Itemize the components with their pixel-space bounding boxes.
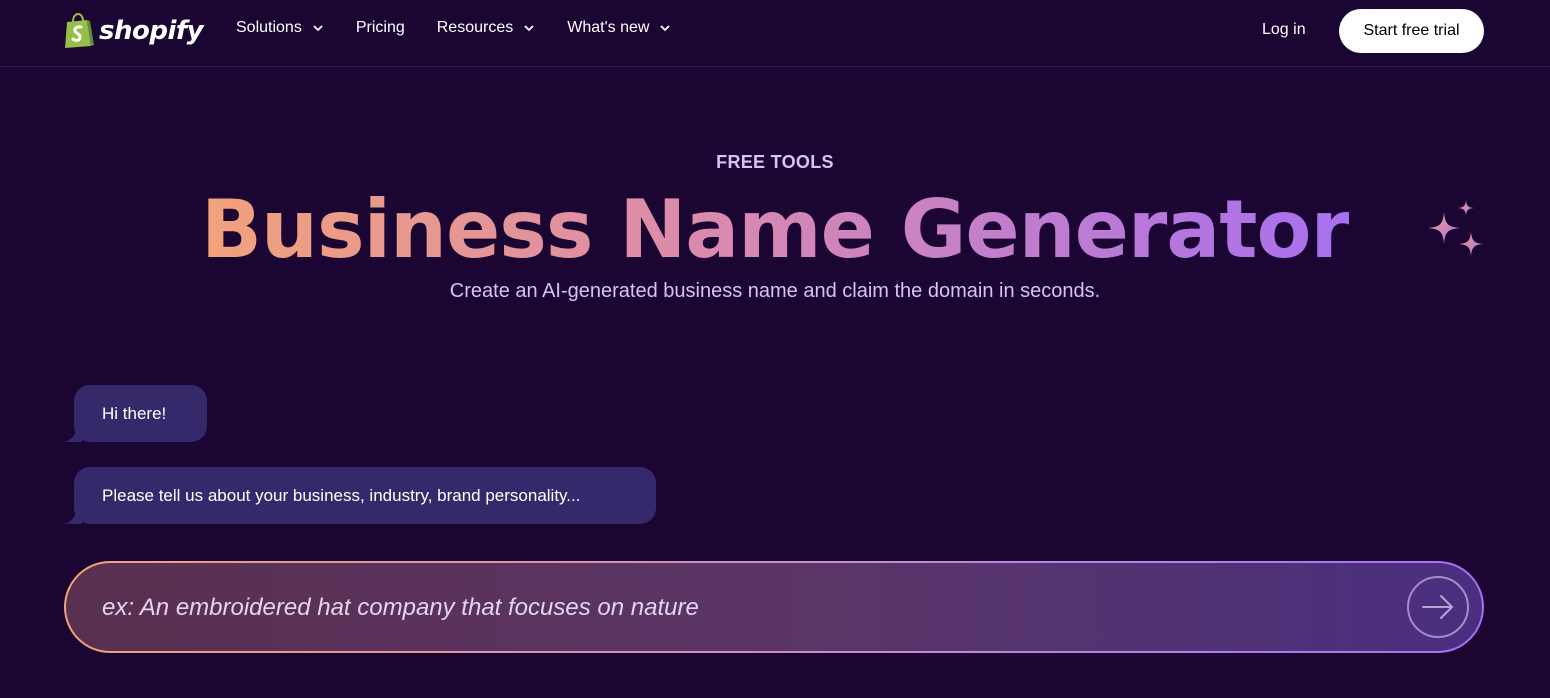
nav-label: Pricing <box>355 19 405 36</box>
nav-resources[interactable]: Resources <box>437 19 535 37</box>
bubble-tail <box>64 428 82 442</box>
bubble-tail <box>64 510 82 524</box>
arrow-right-icon <box>1422 595 1453 619</box>
submit-button[interactable] <box>1407 576 1469 638</box>
chevron-down-icon <box>660 25 671 32</box>
prompt-input-container <box>64 561 1484 653</box>
nav-label: Solutions <box>236 19 302 36</box>
start-free-trial-button[interactable]: Start free trial <box>1339 9 1484 53</box>
eyebrow-label: FREE TOOLS <box>716 152 834 172</box>
nav-whats-new[interactable]: What's new <box>567 19 671 37</box>
site-header: shopify Solutions Pricing Resources What… <box>0 0 1550 67</box>
chat-message-text: Hi there! <box>102 403 167 423</box>
login-link[interactable]: Log in <box>1262 21 1306 39</box>
nav-pricing[interactable]: Pricing <box>356 19 405 37</box>
logo-wordmark: shopify <box>99 16 204 46</box>
nav-solutions[interactable]: Solutions <box>236 19 324 37</box>
business-description-input[interactable] <box>100 563 1394 653</box>
chevron-down-icon <box>524 25 534 32</box>
page-title-text: Business Name Generator <box>201 183 1350 276</box>
sparkle-icon <box>1428 200 1483 256</box>
chat-bubble: Please tell us about your business, indu… <box>64 467 656 524</box>
shopify-logo[interactable]: shopify <box>63 12 204 50</box>
page-subtitle: Create an AI-generated business name and… <box>449 280 1101 302</box>
chevron-down-icon <box>313 25 323 32</box>
nav-label: What's new <box>567 19 650 36</box>
chat-bubble: Hi there! <box>64 385 207 442</box>
prompt-input-inner <box>66 563 1482 653</box>
main-nav: Solutions Pricing Resources What's new <box>236 19 671 37</box>
shopping-bag-icon <box>65 13 94 48</box>
nav-label: Resources <box>436 19 514 36</box>
page-title: Business Name Generator <box>0 184 1550 276</box>
chat-message-text: Please tell us about your business, indu… <box>102 485 581 505</box>
